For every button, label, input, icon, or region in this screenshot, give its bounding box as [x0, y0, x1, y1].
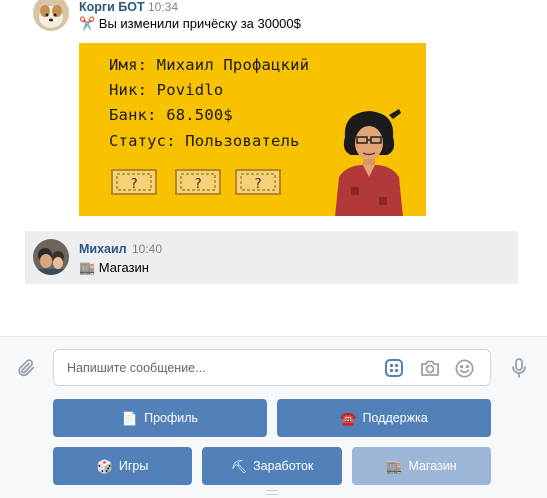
phone-icon: ☎️	[340, 410, 357, 426]
support-button-label: Поддержка	[362, 411, 428, 425]
games-button[interactable]: 🎲 Игры	[53, 447, 192, 485]
attach-icon[interactable]	[14, 356, 38, 380]
message-text: 🏬 Магазин	[79, 260, 149, 275]
card-name-line: Имя: Михаил Профацкий	[109, 56, 310, 74]
card-nick-line: Ник: Povidlo	[109, 81, 224, 99]
svg-text:?: ?	[130, 177, 138, 192]
ticket-icon: ?	[235, 169, 281, 195]
emoji-icon[interactable]	[452, 356, 476, 380]
svg-text:?: ?	[254, 177, 262, 192]
profile-card-image[interactable]: Имя: Михаил Профацкий Ник: Povidlo Банк:…	[79, 43, 426, 216]
ticket-icon: ?	[175, 169, 221, 195]
message-user	[25, 231, 518, 284]
microphone-icon[interactable]	[507, 356, 531, 380]
pickaxe-icon: ⛏	[230, 458, 248, 474]
earnings-button[interactable]: ⛏ Заработок	[202, 447, 342, 485]
message-input[interactable]: Напишите сообщение...	[53, 349, 491, 386]
games-button-label: Игры	[118, 459, 149, 473]
svg-text:?: ?	[194, 177, 202, 192]
card-status-line: Статус: Пользователь	[109, 132, 300, 150]
shop-button[interactable]: 🏬 Магазин	[352, 447, 491, 485]
message-author[interactable]: Корги БОТ	[79, 0, 145, 14]
page-icon: 📄	[121, 410, 139, 426]
resize-handle[interactable]	[266, 490, 278, 495]
camera-icon[interactable]	[418, 356, 442, 380]
support-button[interactable]: ☎️ Поддержка	[277, 399, 491, 437]
message-text: ✂️ Вы изменили причёску за 30000$	[79, 16, 301, 31]
message-time[interactable]: 10:40	[132, 242, 162, 256]
message-author[interactable]: Михаил	[79, 242, 127, 256]
store-icon: 🏬	[386, 458, 403, 474]
message-input-placeholder: Напишите сообщение...	[67, 361, 206, 375]
card-bank-line: Банк: 68.500$	[109, 106, 233, 124]
user-avatar[interactable]	[33, 239, 69, 275]
profile-button[interactable]: 📄 Профиль	[53, 399, 267, 437]
profile-button-label: Профиль	[144, 411, 199, 425]
shop-button-label: Магазин	[408, 459, 457, 473]
earnings-button-label: Заработок	[253, 459, 314, 473]
keyboard-toggle-icon[interactable]	[382, 356, 406, 380]
message-time[interactable]: 10:34	[148, 0, 178, 14]
dice-icon: 🎲	[96, 458, 113, 474]
character-portrait	[335, 109, 403, 216]
ticket-icon: ?	[111, 169, 157, 195]
